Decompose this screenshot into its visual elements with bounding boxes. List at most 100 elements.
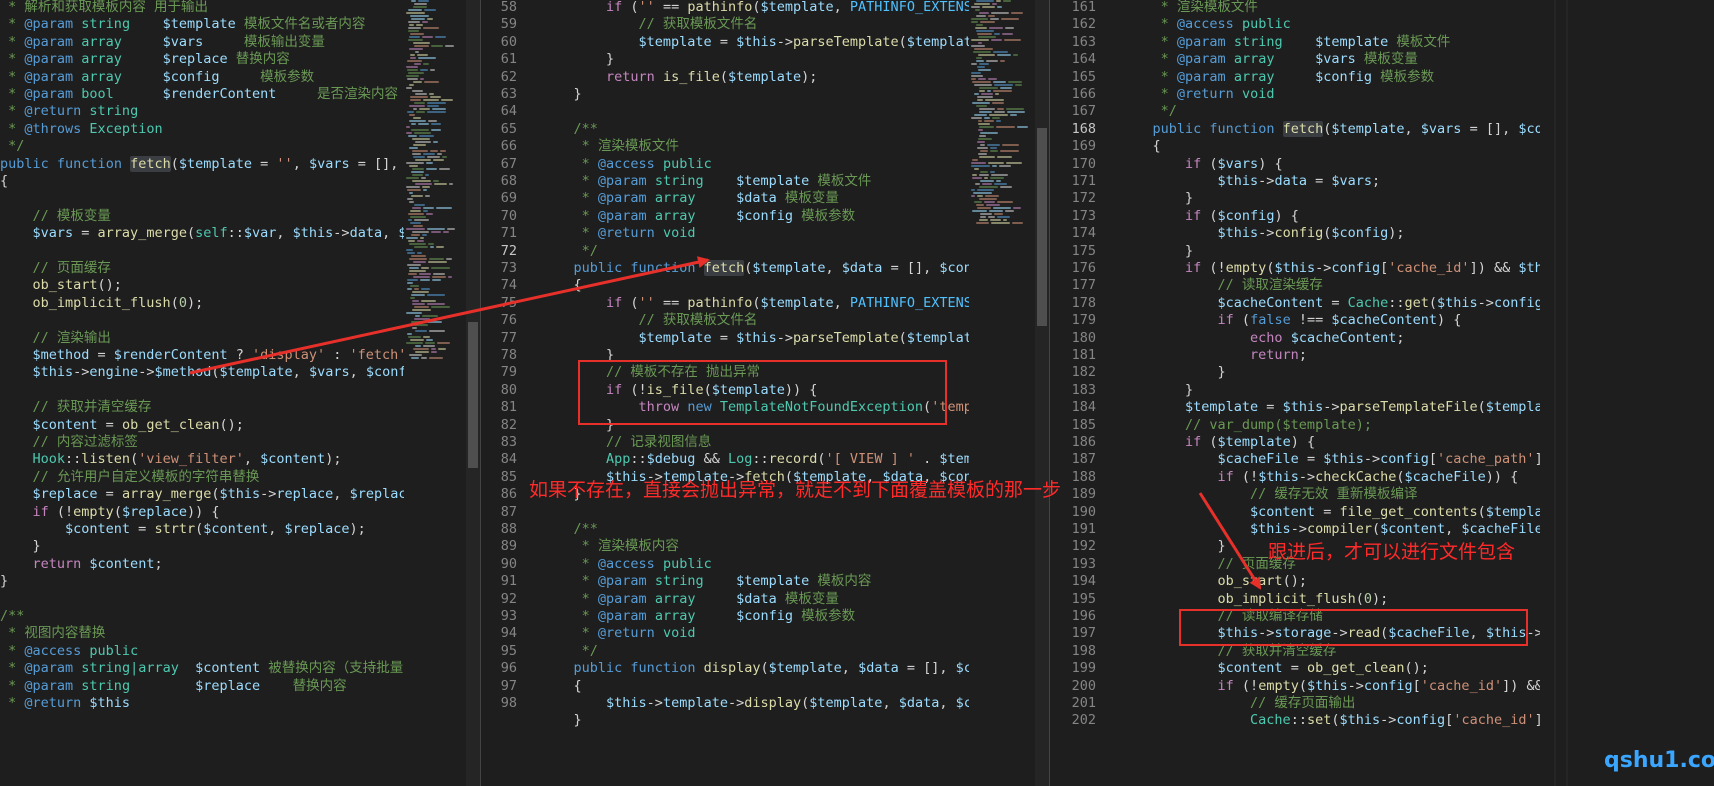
code-line[interactable]: $cacheContent = Cache::get($this->config… <box>1120 294 1540 313</box>
code-line[interactable] <box>0 189 404 208</box>
code-line[interactable]: // 允许用户自定义模板的字符串替换 <box>0 468 404 487</box>
code-line[interactable]: if ($vars) { <box>1120 155 1540 174</box>
code-line[interactable]: $this->template->display($template, $dat… <box>541 694 969 713</box>
code-line[interactable]: // 缓存无效 重新模板编译 <box>1120 485 1540 504</box>
code-line[interactable]: * @return void <box>541 624 969 643</box>
code-line[interactable]: * @access public <box>1120 15 1540 34</box>
code-line[interactable]: * 渲染模板文件 <box>541 137 969 156</box>
code-line[interactable]: ob_start(); <box>1120 572 1540 591</box>
code-line[interactable]: $cacheFile = $this->config['cache_path']… <box>1120 450 1540 469</box>
scrollbar-middle[interactable] <box>1035 0 1049 786</box>
scrollbar-right[interactable] <box>1554 0 1568 786</box>
code-line[interactable]: $template = $this->parseTemplateFile($te… <box>1120 398 1540 417</box>
code-line[interactable] <box>541 503 969 522</box>
code-line[interactable]: * @param string $replace 替换内容 <box>0 677 404 696</box>
code-line[interactable]: App::$debug && Log::record('[ VIEW ] ' .… <box>541 450 969 469</box>
code-line[interactable]: * @param string $template 模板内容 <box>541 572 969 591</box>
code-line[interactable]: return $content; <box>0 555 404 574</box>
code-line[interactable]: * @access public <box>541 555 969 574</box>
code-line[interactable]: { <box>1120 137 1540 156</box>
code-line[interactable]: * @access public <box>541 155 969 174</box>
code-line[interactable]: $vars = array_merge(self::$var, $this->d… <box>0 224 405 243</box>
code-line[interactable]: * @throws Exception <box>0 120 404 139</box>
code-line[interactable] <box>541 102 969 121</box>
code-line[interactable]: /** <box>541 520 969 539</box>
code-line[interactable]: if (!empty($this->config['cache_id']) &&… <box>1120 259 1540 278</box>
code-line[interactable]: if (!$this->checkCache($cacheFile)) { <box>1120 468 1540 487</box>
code-line[interactable]: $content = ob_get_clean(); <box>0 416 404 435</box>
code-line[interactable]: * @param bool $renderContent 是否渲染内容 <box>0 85 404 104</box>
code-line[interactable]: return is_file($template); <box>541 68 969 87</box>
code-line[interactable]: $template = $this->parseTemplate($templa… <box>541 329 969 348</box>
code-line[interactable]: if (false !== $cacheContent) { <box>1120 311 1540 330</box>
code-line[interactable]: // 读取渲染缓存 <box>1120 276 1540 295</box>
code-line[interactable]: if ($config) { <box>1120 207 1540 226</box>
code-line[interactable]: */ <box>541 642 969 661</box>
code-line[interactable]: * @param array $vars 模板输出变量 <box>0 33 404 52</box>
code-line[interactable]: * @return $this <box>0 694 404 713</box>
code-line[interactable]: // 记录视图信息 <box>541 433 969 452</box>
code-line[interactable]: if ($template) { <box>1120 433 1540 452</box>
code-line[interactable]: * 视图内容替换 <box>0 624 404 643</box>
code-line[interactable]: } <box>1120 242 1540 261</box>
code-line[interactable]: * @param array $replace 替换内容 <box>0 50 404 69</box>
code-line[interactable]: $content = strtr($content, $replace); <box>0 520 404 539</box>
code-line[interactable]: * @param array $config 模板参数 <box>541 207 969 226</box>
code-line[interactable] <box>0 590 404 609</box>
code-line[interactable]: $template = $this->parseTemplate($templa… <box>541 33 969 52</box>
code-line[interactable]: public function fetch($template, $data =… <box>541 259 969 278</box>
code-line[interactable]: } <box>541 50 969 69</box>
code-line[interactable]: } <box>541 711 969 730</box>
code-line[interactable]: * @param array $vars 模板变量 <box>1120 50 1540 69</box>
code-line[interactable]: public function fetch($template = '', $v… <box>0 155 404 174</box>
code-line[interactable]: } <box>1120 189 1540 208</box>
code-line[interactable]: */ <box>0 137 404 156</box>
code-line[interactable]: } <box>541 85 969 104</box>
code-line[interactable]: if ('' == pathinfo($template, PATHINFO_E… <box>541 294 969 313</box>
code-line[interactable]: /** <box>0 607 404 626</box>
code-line[interactable]: * @param array $config 模板参数 <box>1120 68 1540 87</box>
minimap-left[interactable] <box>404 0 466 786</box>
code-line[interactable]: } <box>0 572 404 591</box>
code-line[interactable]: // var_dump($template); <box>1120 416 1540 435</box>
code-line[interactable]: * @param array $data 模板变量 <box>541 590 969 609</box>
code-line[interactable]: * 渲染模板内容 <box>541 537 969 556</box>
code-line[interactable]: ob_start(); <box>0 276 404 295</box>
editor-pane-right[interactable]: * 渲染模板文件 * @access public * @param strin… <box>1120 0 1540 786</box>
code-line[interactable]: if (!empty($replace)) { <box>0 503 404 522</box>
code-line[interactable]: ob_implicit_flush(0); <box>0 294 404 313</box>
code-line[interactable]: // 页面缓存 <box>0 259 404 278</box>
editor-pane-left[interactable]: * 解析和获取模板内容 用于输出 * @param string $templa… <box>0 0 404 786</box>
code-line[interactable]: } <box>1120 381 1540 400</box>
code-line[interactable]: $content = file_get_contents($template); <box>1120 503 1540 522</box>
code-line[interactable]: */ <box>1120 102 1540 121</box>
code-line[interactable]: { <box>0 172 404 191</box>
code-line[interactable]: * @param array $config 模板参数 <box>0 68 404 87</box>
code-area-right[interactable]: * 渲染模板文件 * @access public * @param strin… <box>1120 0 1541 786</box>
code-line[interactable]: } <box>1120 363 1540 382</box>
code-line[interactable]: */ <box>541 242 969 261</box>
minimap-middle[interactable] <box>969 0 1035 786</box>
code-line[interactable]: public function fetch($template, $vars =… <box>1120 120 1540 139</box>
code-line[interactable]: * @return string <box>0 102 404 121</box>
code-line[interactable]: * @param string|array $content 被替换内容（支持批… <box>0 659 404 678</box>
code-line[interactable]: $this->config($config); <box>1120 224 1540 243</box>
code-line[interactable]: echo $cacheContent; <box>1120 329 1540 348</box>
code-line[interactable]: public function display($template, $data… <box>541 659 970 678</box>
code-line[interactable]: $method = $renderContent ? 'display' : '… <box>0 346 405 365</box>
code-line[interactable]: Cache::set($this->config['cache_id'], $c… <box>1120 711 1540 730</box>
code-line[interactable]: Hook::listen('view_filter', $content); <box>0 450 404 469</box>
code-line[interactable]: // 缓存页面输出 <box>1120 694 1540 713</box>
code-line[interactable]: * @param array $data 模板变量 <box>541 189 969 208</box>
code-line[interactable]: * @param string $template 模板文件 <box>541 172 969 191</box>
code-line[interactable]: $this->data = $vars; <box>1120 172 1540 191</box>
code-area-left[interactable]: * 解析和获取模板内容 用于输出 * @param string $templa… <box>0 0 404 786</box>
code-line[interactable] <box>0 311 404 330</box>
scrollbar-left[interactable] <box>466 0 480 786</box>
code-line[interactable] <box>0 242 404 261</box>
code-line[interactable]: /** <box>541 120 969 139</box>
code-line[interactable]: ob_implicit_flush(0); <box>1120 590 1540 609</box>
code-line[interactable]: // 获取并清空缓存 <box>0 398 404 417</box>
code-line[interactable]: // 获取模板文件名 <box>541 311 969 330</box>
code-line[interactable]: // 获取模板文件名 <box>541 15 969 34</box>
